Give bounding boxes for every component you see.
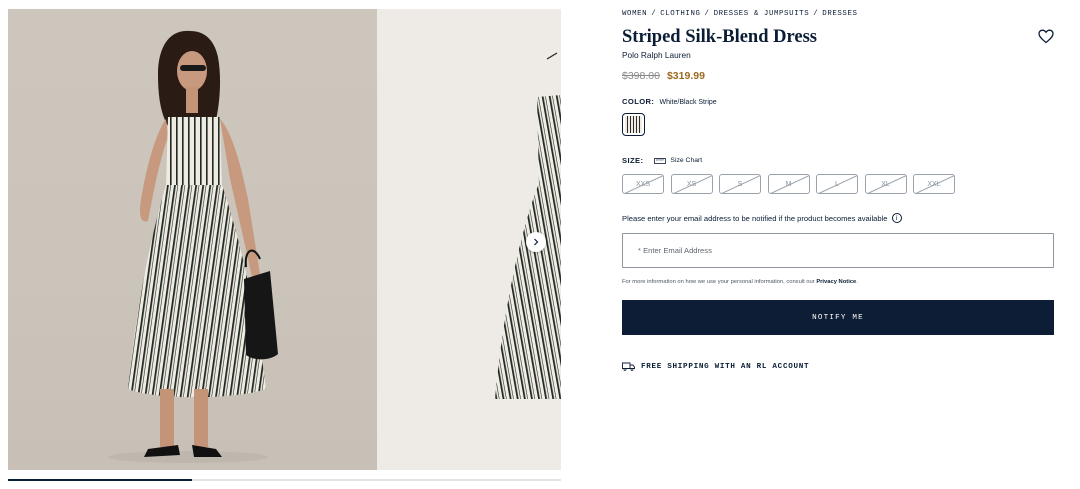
breadcrumb-item-clothing[interactable]: CLOTHING [660,10,700,18]
notify-me-button[interactable]: NOTIFY ME [622,300,1054,335]
info-icon[interactable]: i [891,213,902,223]
size-option-l[interactable]: L [816,174,858,194]
color-row: COLOR: White/Black Stripe [622,97,717,106]
size-label: SIZE: [622,156,644,165]
size-row: SIZE: Size Chart [622,156,702,165]
size-option-label: XL [881,180,890,188]
size-options: XXS XS S M L XL XXL [622,174,962,194]
breadcrumb-item-dresses[interactable]: DRESSES [822,10,857,18]
swatch-pattern [625,116,642,133]
size-option-label: L [835,180,839,188]
product-title: Striped Silk-Blend Dress [622,27,817,47]
privacy-text: For more information on how we use your … [622,279,815,285]
gallery-progress-bar [8,479,561,481]
email-input[interactable] [622,233,1054,268]
price-block: $398.00 $319.99 [622,70,705,82]
product-brand[interactable]: Polo Ralph Lauren [622,50,691,60]
breadcrumb-separator: / [704,10,710,18]
size-option-xxl[interactable]: XXL [913,174,955,194]
color-swatch-white-black-stripe[interactable] [622,113,645,136]
sale-price: $319.99 [666,70,705,82]
product-photo-front[interactable] [8,9,377,470]
size-option-label: S [737,180,743,188]
breadcrumb-separator: / [813,10,819,18]
privacy-notice-link[interactable]: Privacy Notice [816,279,856,285]
next-image-button[interactable] [526,232,546,252]
chevron-right-icon [534,238,539,246]
size-option-label: XXS [635,180,650,188]
size-chart-label: Size Chart [670,157,703,164]
size-option-label: M [785,180,792,188]
breadcrumb-separator: / [651,10,657,18]
size-option-m[interactable]: M [767,174,810,194]
size-option-label: XXL [927,180,941,188]
size-chart-link[interactable]: Size Chart [654,157,702,164]
size-option-s[interactable]: S [719,174,761,194]
notify-prompt: Please enter your email address to be no… [622,213,888,223]
truck-icon [622,362,635,371]
size-option-xxs[interactable]: XXS [622,174,664,194]
size-option-xl[interactable]: XL [864,174,907,194]
size-option-label: XS [686,180,697,188]
size-option-xs[interactable]: XS [670,174,713,194]
original-price: $398.00 [622,70,660,82]
heart-icon [1038,29,1054,44]
breadcrumb: WOMEN / CLOTHING / DRESSES & JUMPSUITS / DRESS… [622,10,858,18]
color-value: White/Black Stripe [659,99,717,106]
color-label: COLOR: [622,97,655,106]
privacy-end: . [856,279,858,285]
breadcrumb-item-women[interactable]: WOMEN [622,10,647,18]
wishlist-button[interactable] [1038,29,1054,44]
free-shipping-label: FREE SHIPPING WITH AN RL ACCOUNT [641,362,810,371]
breadcrumb-item-dresses-jumpsuits[interactable]: DRESSES & JUMPSUITS [714,10,810,18]
product-image-gallery[interactable] [8,9,561,470]
free-shipping-banner[interactable]: FREE SHIPPING WITH AN RL ACCOUNT [622,362,809,371]
privacy-note: For more information on how we use your … [622,279,858,285]
gallery-progress-fill [8,479,193,481]
ruler-icon [654,157,667,164]
model-illustration [108,30,278,463]
notify-prompt-row: Please enter your email address to be no… [622,213,902,223]
